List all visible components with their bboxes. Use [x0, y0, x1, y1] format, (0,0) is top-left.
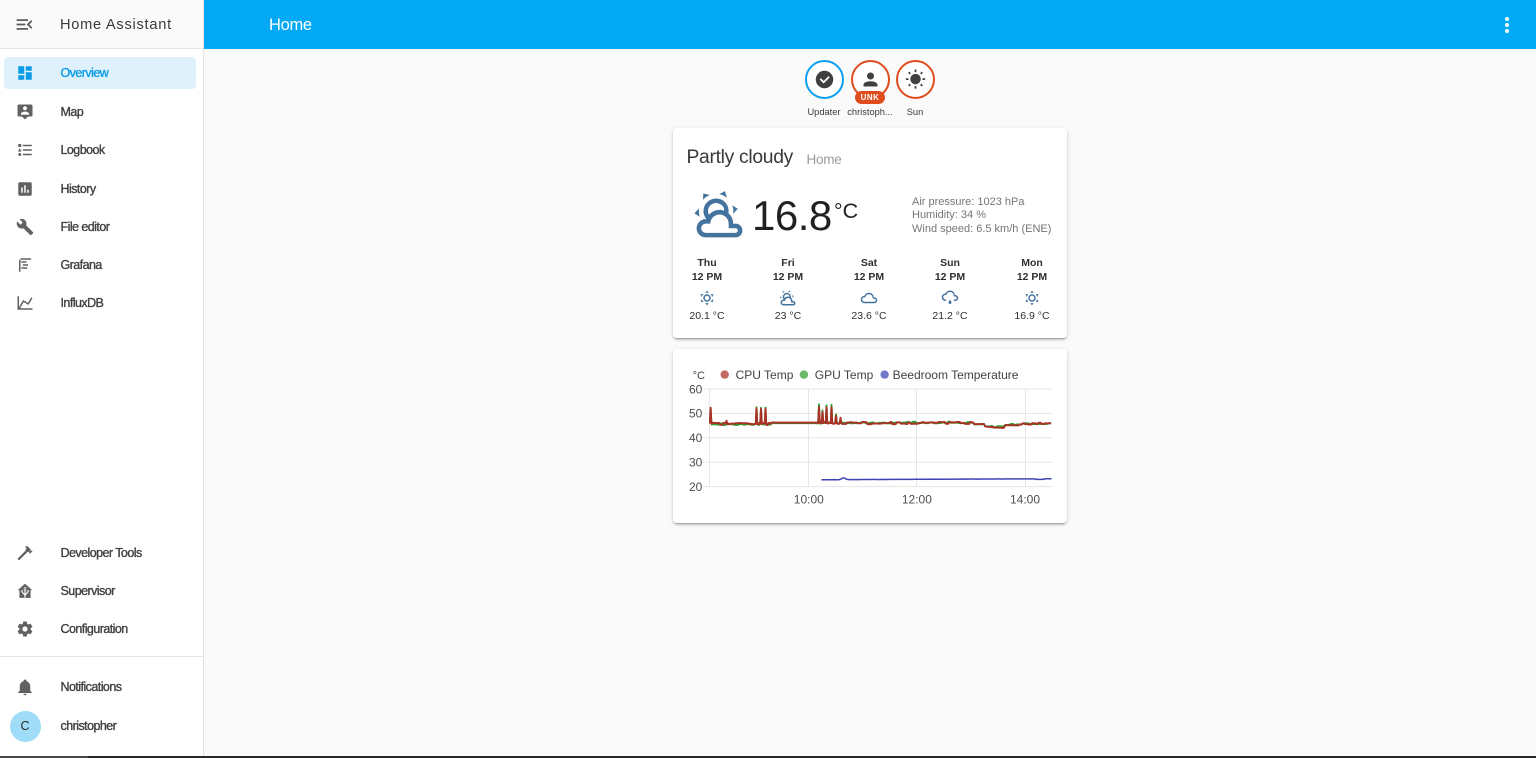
svg-text:60: 60	[689, 382, 703, 396]
svg-text:20: 20	[689, 480, 703, 494]
svg-text:GPU Temp: GPU Temp	[815, 368, 874, 382]
svg-text:°C: °C	[693, 370, 705, 382]
svg-text:10:00: 10:00	[794, 492, 824, 506]
svg-text:Beedroom Temperature: Beedroom Temperature	[893, 368, 1019, 382]
svg-text:50: 50	[689, 407, 703, 421]
svg-text:CPU Temp: CPU Temp	[736, 368, 794, 382]
svg-text:14:00: 14:00	[1010, 492, 1040, 506]
svg-text:12:00: 12:00	[902, 492, 932, 506]
svg-text:40: 40	[689, 431, 703, 445]
svg-text:30: 30	[689, 456, 703, 470]
